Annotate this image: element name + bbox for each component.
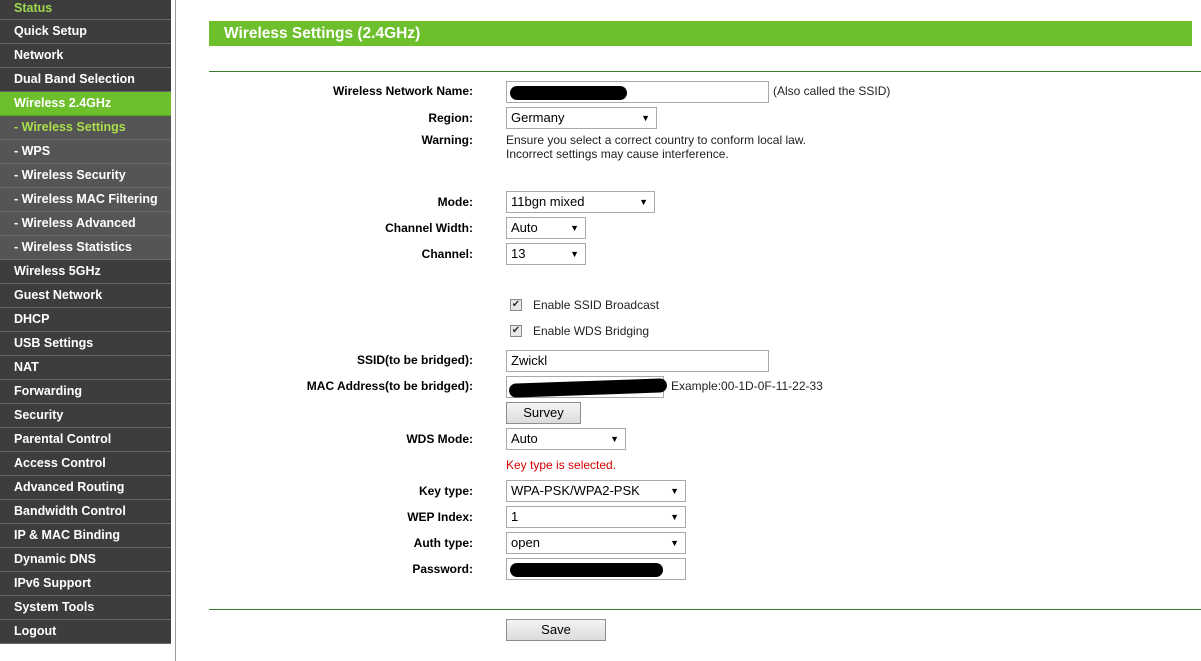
- sidebar-item-wireless-5ghz[interactable]: Wireless 5GHz: [0, 260, 171, 284]
- sidebar-item-nat[interactable]: NAT: [0, 356, 171, 380]
- dropdown-arrow-icon: ▼: [610, 434, 619, 444]
- checkmark-icon: ✔: [511, 299, 521, 310]
- ssid-label: Wireless Network Name:: [333, 84, 473, 98]
- channel-label: Channel:: [421, 247, 473, 261]
- wep-index-label: WEP Index:: [407, 510, 473, 524]
- bridge-ssid-input[interactable]: Zwickl: [506, 350, 769, 372]
- auth-type-value: open: [511, 535, 540, 550]
- sidebar-item-wireless-settings[interactable]: - Wireless Settings: [0, 116, 171, 140]
- sidebar-item-parental-control[interactable]: Parental Control: [0, 428, 171, 452]
- sidebar-item-wireless-advanced[interactable]: - Wireless Advanced: [0, 212, 171, 236]
- sidebar-item-advanced-routing[interactable]: Advanced Routing: [0, 476, 171, 500]
- warning-label: Warning:: [421, 133, 473, 147]
- channel-select[interactable]: 13 ▼: [506, 243, 586, 265]
- sidebar-item-dhcp[interactable]: DHCP: [0, 308, 171, 332]
- dropdown-arrow-icon: ▼: [639, 197, 648, 207]
- warning-line-1: Ensure you select a correct country to c…: [506, 133, 807, 147]
- dropdown-arrow-icon: ▼: [670, 512, 679, 522]
- sidebar-item-security[interactable]: Security: [0, 404, 171, 428]
- bridge-ssid-label: SSID(to be bridged):: [357, 353, 473, 367]
- region-value: Germany: [511, 110, 565, 125]
- wds-mode-label: WDS Mode:: [406, 432, 473, 446]
- mode-label: Mode:: [437, 195, 473, 209]
- wds-mode-select[interactable]: Auto ▼: [506, 428, 626, 450]
- password-redaction: [510, 563, 663, 577]
- ssid-input[interactable]: [506, 81, 769, 103]
- dropdown-arrow-icon: ▼: [670, 538, 679, 548]
- sidebar-item-status[interactable]: Status: [0, 0, 171, 20]
- mode-select[interactable]: 11bgn mixed ▼: [506, 191, 655, 213]
- sidebar-item-wireless-security[interactable]: - Wireless Security: [0, 164, 171, 188]
- sidebar-menu: Status Quick Setup Network Dual Band Select…: [0, 0, 171, 644]
- mode-value: 11bgn mixed: [511, 194, 585, 209]
- channel-width-select[interactable]: Auto ▼: [506, 217, 586, 239]
- key-type-value: WPA-PSK/WPA2-PSK: [511, 483, 640, 498]
- sidebar-nav: Status Quick Setup Network Dual Band Select…: [0, 0, 176, 661]
- region-label: Region:: [428, 111, 473, 125]
- password-label: Password:: [412, 562, 473, 576]
- bridge-mac-label: MAC Address(to be bridged):: [306, 379, 473, 393]
- channel-value: 13: [511, 246, 526, 261]
- ssid-broadcast-label: Enable SSID Broadcast: [533, 298, 660, 312]
- dropdown-arrow-icon: ▼: [670, 486, 679, 496]
- ssid-redaction: [510, 86, 627, 100]
- wep-index-value: 1: [511, 509, 519, 524]
- dropdown-arrow-icon: ▼: [570, 249, 579, 259]
- sidebar-item-ipv6-support[interactable]: IPv6 Support: [0, 572, 171, 596]
- ssid-broadcast-checkbox[interactable]: ✔: [510, 299, 522, 311]
- auth-type-select[interactable]: open ▼: [506, 532, 686, 554]
- sidebar-item-ip-mac-binding[interactable]: IP & MAC Binding: [0, 524, 171, 548]
- survey-button[interactable]: Survey: [506, 402, 581, 424]
- mac-example: Example:00-1D-0F-11-22-33: [671, 379, 823, 393]
- key-type-select[interactable]: WPA-PSK/WPA2-PSK ▼: [506, 480, 686, 502]
- sidebar-item-system-tools[interactable]: System Tools: [0, 596, 171, 620]
- sidebar-item-wireless-2-4ghz[interactable]: Wireless 2.4GHz: [0, 92, 171, 116]
- wds-bridging-label: Enable WDS Bridging: [533, 324, 650, 338]
- sidebar-item-bandwidth-control[interactable]: Bandwidth Control: [0, 500, 171, 524]
- auth-type-label: Auth type:: [413, 536, 473, 550]
- warning-line-2: Incorrect settings may cause interferenc…: [506, 147, 729, 161]
- sidebar-item-wireless-mac-filtering[interactable]: - Wireless MAC Filtering: [0, 188, 171, 212]
- mac-redaction: [508, 378, 668, 398]
- bottom-divider: [209, 609, 1201, 610]
- ssid-hint: (Also called the SSID): [773, 84, 891, 98]
- save-button[interactable]: Save: [506, 619, 606, 641]
- sidebar-item-forwarding[interactable]: Forwarding: [0, 380, 171, 404]
- checkmark-icon: ✔: [511, 325, 521, 336]
- channel-width-value: Auto: [511, 220, 538, 235]
- channel-width-label: Channel Width:: [385, 221, 473, 235]
- wds-mode-value: Auto: [511, 431, 538, 446]
- sidebar-item-dynamic-dns[interactable]: Dynamic DNS: [0, 548, 171, 572]
- sidebar-item-quick-setup[interactable]: Quick Setup: [0, 20, 171, 44]
- key-status-message: Key type is selected.: [506, 458, 617, 472]
- main-content: Wireless Settings (2.4GHz) Wireless Netw…: [176, 0, 1201, 661]
- wds-bridging-checkbox[interactable]: ✔: [510, 325, 522, 337]
- sidebar-item-usb-settings[interactable]: USB Settings: [0, 332, 171, 356]
- top-divider: [209, 71, 1201, 72]
- page-title: Wireless Settings (2.4GHz): [209, 21, 1192, 46]
- sidebar-item-guest-network[interactable]: Guest Network: [0, 284, 171, 308]
- sidebar-item-access-control[interactable]: Access Control: [0, 452, 171, 476]
- dropdown-arrow-icon: ▼: [641, 113, 650, 123]
- sidebar-item-network[interactable]: Network: [0, 44, 171, 68]
- sidebar-item-logout[interactable]: Logout: [0, 620, 171, 644]
- dropdown-arrow-icon: ▼: [570, 223, 579, 233]
- region-select[interactable]: Germany ▼: [506, 107, 657, 129]
- sidebar-item-wireless-statistics[interactable]: - Wireless Statistics: [0, 236, 171, 260]
- wep-index-select[interactable]: 1 ▼: [506, 506, 686, 528]
- sidebar-item-dual-band-selection[interactable]: Dual Band Selection: [0, 68, 171, 92]
- password-input[interactable]: [506, 558, 686, 580]
- bridge-ssid-value: Zwickl: [511, 353, 548, 368]
- key-type-label: Key type:: [418, 484, 473, 498]
- sidebar-item-wps[interactable]: - WPS: [0, 140, 171, 164]
- bridge-mac-input[interactable]: [506, 376, 668, 398]
